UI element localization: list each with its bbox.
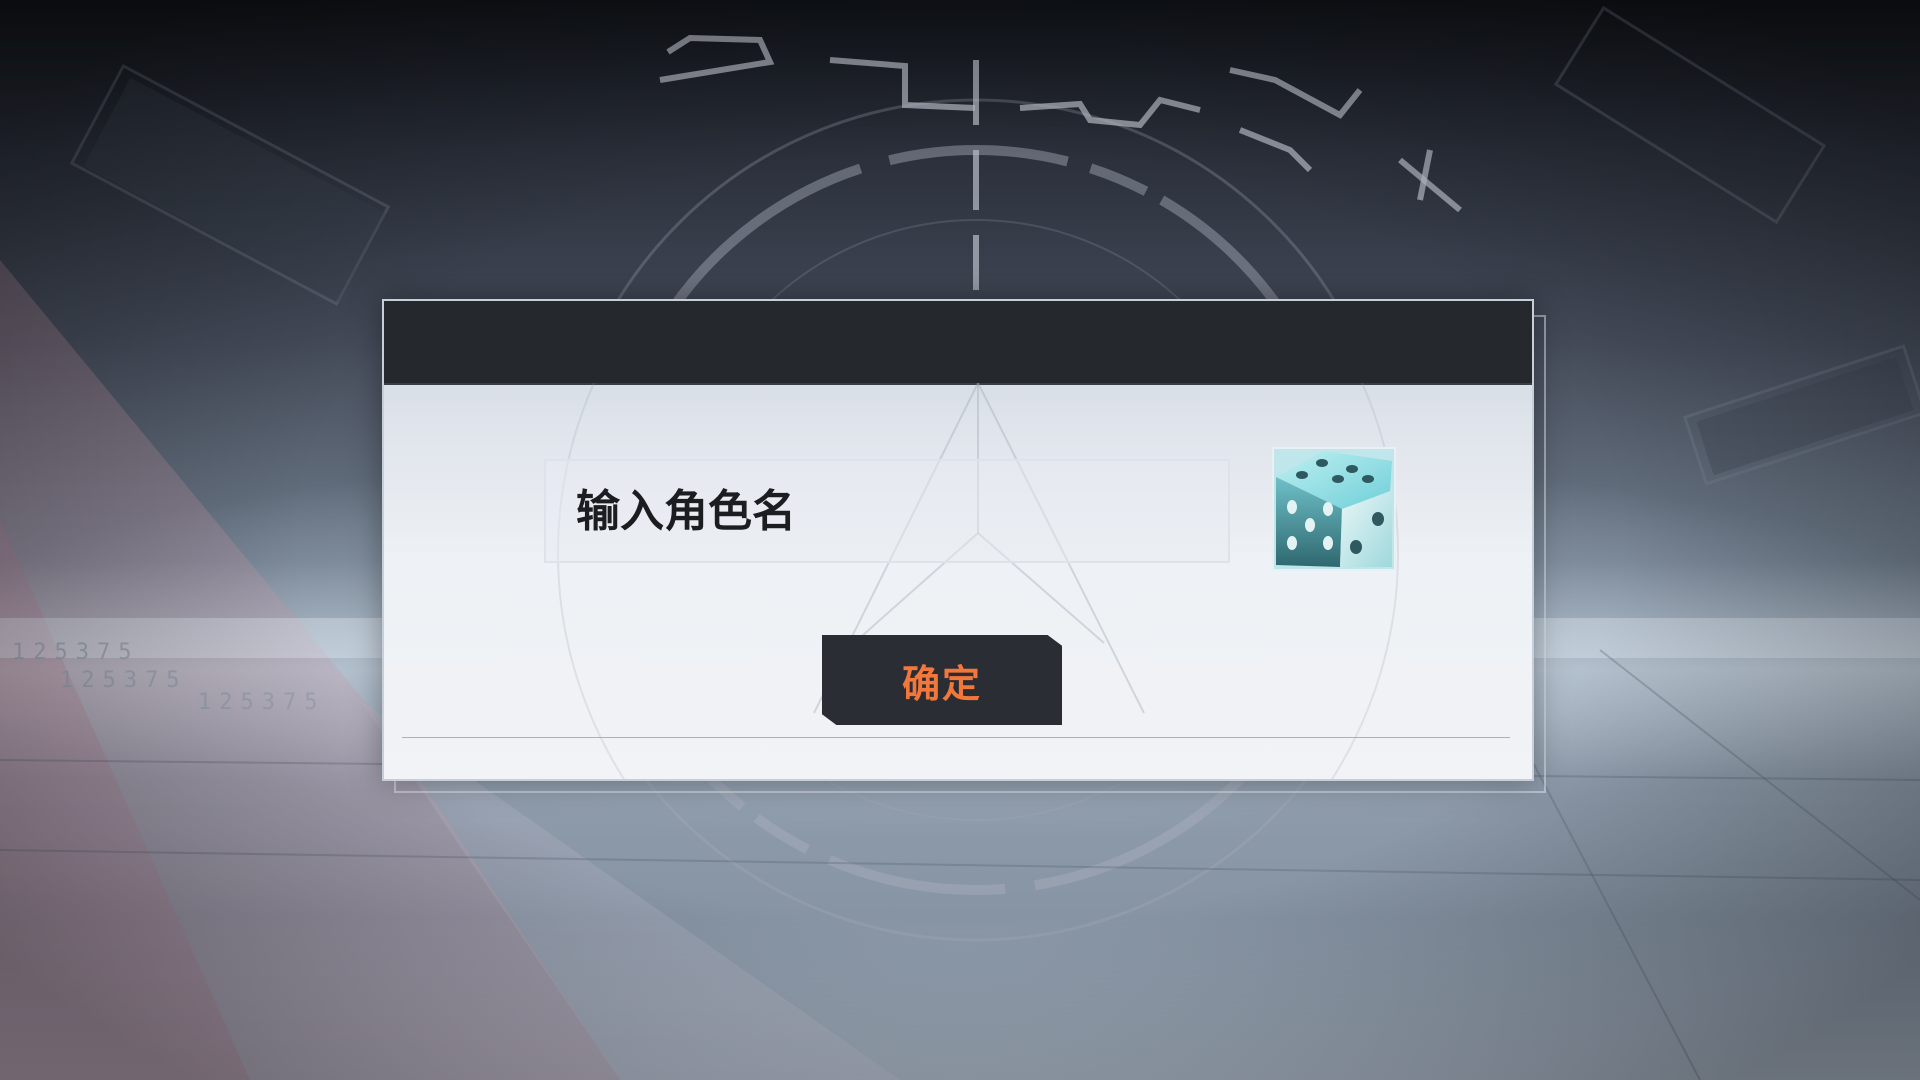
serial-number: 125375	[198, 690, 326, 715]
confirm-button-label: 确定	[901, 661, 982, 706]
dice-icon	[1272, 447, 1396, 571]
dialog-divider	[402, 737, 1510, 738]
confirm-button[interactable]: 确定	[822, 635, 1062, 725]
random-name-button[interactable]	[1272, 447, 1396, 571]
name-entry-dialog: 确定	[382, 299, 1534, 781]
dialog-header	[384, 301, 1532, 385]
game-screen: 125375 125375 125375 输入角色名 确定	[0, 0, 1920, 1080]
serial-number: 125375	[12, 640, 140, 665]
serial-number: 125375	[60, 668, 188, 693]
character-name-input[interactable]	[544, 459, 1230, 563]
